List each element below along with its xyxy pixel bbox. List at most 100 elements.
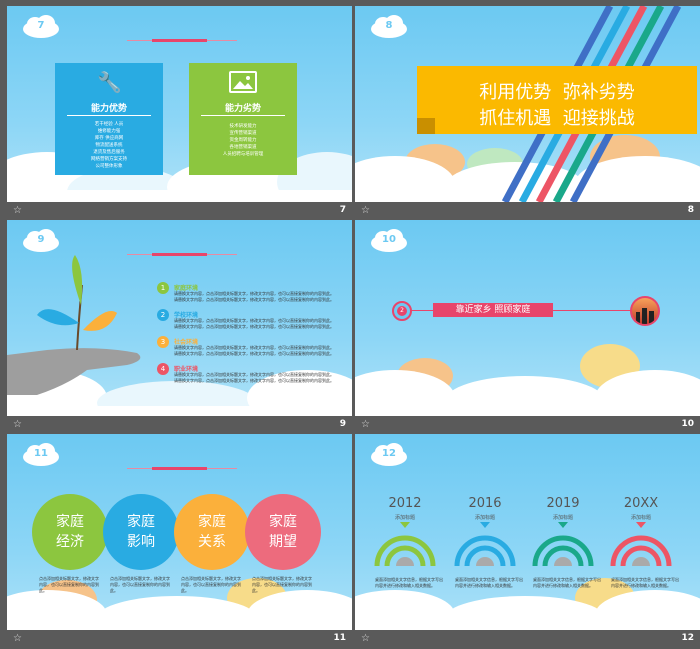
weakness-title: 能力劣势 [224,104,261,114]
star-icon[interactable]: ☆ [361,205,370,216]
star-icon[interactable]: ☆ [13,633,22,644]
slide-8-canvas: 8 利用优势 弥补劣势 抓住机遇 迎接挑战 [355,6,700,202]
circle-caption: 点击添加相关标题文字，修改文字内容，也可以直接复制你的内容到此。 [110,576,170,593]
slide-9-canvas: 9 1 家庭环境 请替换文字内容，点击添加相关标题文字，修改文字内容，也可以直接… [7,220,352,416]
slide-12-canvas: 12 2012 添加标题 桌面添加相关文字信息，根据文字写出内容并进行修改和输入… [355,434,700,630]
slide-number-label: 9 [339,419,346,429]
list-item-text: 请替换文字内容，点击添加相关标题文字，修改文字内容，也可以直接复制你的内容到此。… [174,345,334,356]
slide-thumbnail-11[interactable]: 11 家庭 经济 家庭 影响 家庭 关系 家庭 期望 点击添加相关标题文字，修改文字内容… [7,434,352,649]
strength-item: 维修能力强 [97,129,121,134]
slide-footer: ☆ 10 [355,416,700,435]
step-circle: 2 [392,301,412,321]
slogan-line-1: 利用优势 弥补劣势 [479,82,635,103]
timeline-year: 2019 [546,496,580,511]
list-item: 3 社会环境 请替换文字内容，点击添加相关标题文字，修改文字内容，也可以直接复制… [157,336,337,363]
weakness-item: 技术研发能力 [229,124,257,129]
circle-caption: 点击添加相关标题文字，修改文字内容，也可以直接复制你的内容到此。 [252,576,312,593]
timeline-label: 添加标题 [552,515,573,521]
timeline-year: 2016 [468,496,502,511]
family-circle: 家庭 经济 [32,494,108,570]
star-icon[interactable]: ☆ [13,205,22,216]
weakness-item: 宣传营销渠道 [229,131,257,136]
list-item: 4 职业环境 请替换文字内容，点击添加相关标题文字，修改文字内容，也可以直接复制… [157,363,337,390]
slide-number-label: 11 [333,633,346,643]
strength-card: 🔧 能力优势 若干经验 人员 维修能力强 库存 供应商网 物流配送系统 退货及售… [55,63,163,175]
timeline-marker [400,522,410,528]
timeline-marker [636,522,646,528]
slide-number-badge: 7 [21,12,61,40]
list-item-text: 请替换文字内容，点击添加相关标题文字，修改文字内容，也可以直接复制你的内容到此。… [174,318,334,329]
banner-fold [417,118,435,134]
city-photo [630,296,660,326]
slogan-line-2: 抓住机遇 迎接挑战 [479,108,635,129]
timeline-label: 添加标题 [474,515,495,521]
strength-item: 网络营销方案支持 [91,157,127,162]
timeline-text: 桌面添加相关文字信息，根据文字写出内容并进行修改和输入相关数据。 [611,577,679,588]
timeline-arc [610,535,672,567]
timeline-label: 添加标题 [394,515,415,521]
family-circle: 家庭 期望 [245,494,321,570]
slide-thumbnail-12[interactable]: 12 2012 添加标题 桌面添加相关文字信息，根据文字写出内容并进行修改和输入… [355,434,700,649]
list-item-text: 请替换文字内容，点击添加相关标题文字，修改文字内容，也可以直接复制你的内容到此。… [174,291,334,302]
slide-thumbnail-8[interactable]: 8 利用优势 弥补劣势 抓住机遇 迎接挑战 ☆ 8 [355,6,700,221]
timeline-year: 2012 [388,496,422,511]
list-item-number: 4 [157,363,169,375]
slide-10-canvas: 10 2 靠近家乡 照顾家庭 [355,220,700,416]
wrench-icon: 🔧 [97,70,122,94]
goal-banner: 靠近家乡 照顾家庭 [433,303,553,317]
slide-number-label: 7 [339,205,346,215]
star-icon[interactable]: ☆ [13,419,22,430]
circle-caption: 点击添加相关标题文字，修改文字内容，也可以直接复制你的内容到此。 [39,576,99,593]
slide-number-badge: 8 [369,12,409,40]
strength-title: 能力优势 [90,104,127,114]
strength-item: 物流配送系统 [95,143,123,148]
slide-number-label: 12 [681,633,694,643]
strength-item: 若干经验 人员 [94,122,124,127]
star-icon[interactable]: ☆ [361,633,370,644]
strength-item: 公司整体形象 [95,164,123,169]
list-item-number: 3 [157,336,169,348]
list-item: 1 家庭环境 请替换文字内容，点击添加相关标题文字，修改文字内容，也可以直接复制… [157,282,337,309]
slide-number-label: 10 [681,419,694,429]
slide-thumbnail-7[interactable]: 7 🔧 能力优势 若干经验 人员 维修能力强 库存 供应商网 物流配送系统 退货… [7,6,352,221]
weakness-item: 人员招聘与培训管理 [222,152,264,157]
list-item-number: 2 [157,309,169,321]
slide-footer: ☆ 12 [355,630,700,649]
family-circle: 家庭 关系 [174,494,250,570]
slide-footer: ☆ 7 [7,202,352,221]
timeline-arc [454,535,516,567]
environment-list: 1 家庭环境 请替换文字内容，点击添加相关标题文字，修改文字内容，也可以直接复制… [157,282,337,390]
slide-thumbnail-9[interactable]: 9 1 家庭环境 请替换文字内容，点击添加相关标题文字，修改文字内容，也可以直接… [7,220,352,435]
slide-number-badge: 12 [369,440,409,468]
timeline-label: 添加标题 [630,515,651,521]
slogan-banner: 利用优势 弥补劣势 抓住机遇 迎接挑战 [417,66,697,134]
slide-thumbnail-10[interactable]: 10 2 靠近家乡 照顾家庭 ☆ 10 [355,220,700,435]
timeline-text: 桌面添加相关文字信息，根据文字写出内容并进行修改和输入相关数据。 [533,577,601,588]
weakness-item: 资金周转能力 [229,138,257,143]
slide-number-badge: 11 [21,440,61,468]
circle-caption: 点击添加相关标题文字，修改文字内容，也可以直接复制你的内容到此。 [181,576,241,593]
star-icon[interactable]: ☆ [361,419,370,430]
strength-item: 退货及售后服务 [93,150,125,155]
weakness-item: 各地营销渠道 [229,145,257,150]
timeline-text: 桌面添加相关文字信息，根据文字写出内容并进行修改和输入相关数据。 [455,577,523,588]
strength-item: 库存 供应商网 [94,136,124,141]
title-accent [152,39,207,42]
timeline-year: 20XX [623,496,659,511]
timeline-arc [532,535,594,567]
list-item-number: 1 [157,282,169,294]
image-icon [229,71,257,93]
list-item-text: 请替换文字内容，点击添加相关标题文字，修改文字内容，也可以直接复制你的内容到此。… [174,372,334,383]
slide-7-canvas: 7 🔧 能力优势 若干经验 人员 维修能力强 库存 供应商网 物流配送系统 退货… [7,6,352,202]
weakness-card: 能力劣势 技术研发能力 宣传营销渠道 资金周转能力 各地营销渠道 人员招聘与培训… [189,63,297,175]
hand-sprout-illustration [7,255,141,395]
timeline-marker [480,522,490,528]
slide-footer: ☆ 11 [7,630,352,649]
slide-11-canvas: 11 家庭 经济 家庭 影响 家庭 关系 家庭 期望 点击添加相关标题文字，修改文字内容… [7,434,352,630]
timeline-text: 桌面添加相关文字信息，根据文字写出内容并进行修改和输入相关数据。 [375,577,443,588]
slide-footer: ☆ 9 [7,416,352,435]
list-item: 2 学校环境 请替换文字内容，点击添加相关标题文字，修改文字内容，也可以直接复制… [157,309,337,336]
timeline-marker [558,522,568,528]
slide-footer: ☆ 8 [355,202,700,221]
timeline-arc [374,535,436,567]
